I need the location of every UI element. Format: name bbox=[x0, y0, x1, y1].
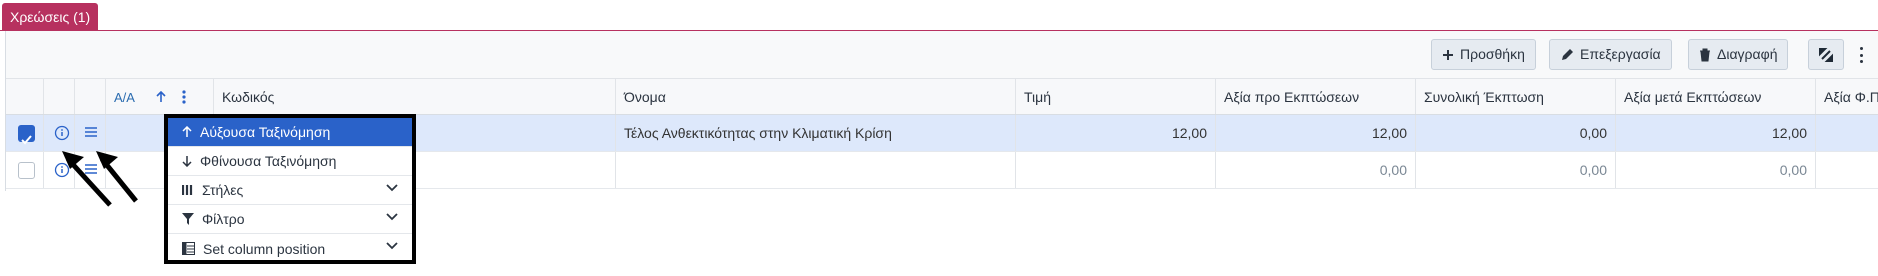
row-total-discount-cell: 0,00 bbox=[1416, 115, 1616, 151]
row-name-cell: Τέλος Ανθεκτικότητας στην Κλιματική Κρίσ… bbox=[616, 115, 1016, 151]
delete-button-label: Διαγραφή bbox=[1717, 46, 1778, 62]
header-name[interactable]: Όνομα bbox=[616, 79, 1016, 114]
header-menu-cell bbox=[75, 79, 106, 114]
sort-up-icon[interactable] bbox=[156, 79, 166, 114]
row-select-cell bbox=[6, 152, 44, 188]
menu-item-label: Φίλτρο bbox=[202, 211, 245, 227]
grid-header: Α/Α Κωδικός Όνομα Τιμή Αξία προ Εκπτώσεω… bbox=[6, 79, 1878, 115]
header-total-discount[interactable]: Συνολική Έκπτωση bbox=[1416, 79, 1616, 114]
header-price[interactable]: Τιμή bbox=[1016, 79, 1216, 114]
columns-icon bbox=[182, 185, 193, 195]
header-select-cell bbox=[6, 79, 44, 114]
header-aa-label: Α/Α bbox=[114, 90, 135, 105]
row-value-after-cell: 12,00 bbox=[1616, 115, 1816, 151]
grid-toolbar: Προσθήκη Επεξεργασία Διαγραφή bbox=[6, 31, 1878, 79]
toolbar-more-icon[interactable] bbox=[1856, 45, 1866, 65]
chevron-down-icon bbox=[386, 184, 398, 192]
row-value-before-cell: 0,00 bbox=[1216, 152, 1416, 188]
expand-icon bbox=[1819, 47, 1833, 62]
add-button-label: Προσθήκη bbox=[1460, 46, 1525, 62]
edit-button[interactable]: Επεξεργασία bbox=[1549, 39, 1672, 70]
row-price-cell bbox=[1016, 152, 1216, 188]
column-context-menu: Αύξουσα Ταξινόμηση Φθίνουσα Ταξινόμηση Σ… bbox=[164, 114, 416, 264]
menu-item-set-column-position[interactable]: Set column position bbox=[168, 234, 412, 263]
menu-item-sort-descending[interactable]: Φθίνουσα Ταξινόμηση bbox=[168, 147, 412, 176]
pencil-icon bbox=[1562, 48, 1573, 60]
table-position-icon bbox=[182, 242, 195, 255]
row-menu-icon[interactable] bbox=[84, 125, 98, 142]
row-value-after-cell: 0,00 bbox=[1616, 152, 1816, 188]
header-value-before[interactable]: Αξία προ Εκπτώσεων bbox=[1216, 79, 1416, 114]
arrow-up-icon bbox=[182, 126, 192, 137]
row-checkbox[interactable] bbox=[18, 125, 35, 145]
menu-item-label: Set column position bbox=[203, 240, 326, 257]
chevron-down-icon bbox=[386, 213, 398, 221]
header-aa[interactable]: Α/Α bbox=[106, 79, 214, 114]
header-value-after[interactable]: Αξία μετά Εκπτώσεων bbox=[1616, 79, 1816, 114]
menu-item-columns[interactable]: Στήλες bbox=[168, 176, 412, 205]
arrow-down-icon bbox=[182, 156, 192, 167]
header-code[interactable]: Κωδικός bbox=[214, 79, 616, 114]
row-select-cell bbox=[6, 115, 44, 151]
header-info-cell bbox=[44, 79, 75, 114]
row-name-cell bbox=[616, 152, 1016, 188]
check-icon bbox=[21, 135, 32, 145]
menu-item-sort-ascending[interactable]: Αύξουσα Ταξινόμηση bbox=[168, 118, 412, 147]
menu-item-label: Φθίνουσα Ταξινόμηση bbox=[200, 153, 337, 169]
menu-item-label: Στήλες bbox=[202, 182, 244, 198]
tab-bar: Χρεώσεις (1) bbox=[0, 0, 1878, 31]
chevron-down-icon bbox=[386, 242, 398, 250]
edit-button-label: Επεξεργασία bbox=[1580, 46, 1661, 62]
add-button[interactable]: Προσθήκη bbox=[1431, 39, 1536, 70]
row-price-cell: 12,00 bbox=[1016, 115, 1216, 151]
annotation-arrow-icon bbox=[96, 151, 138, 203]
row-value-before-cell: 12,00 bbox=[1216, 115, 1416, 151]
trash-icon bbox=[1700, 48, 1710, 61]
column-menu-icon[interactable] bbox=[182, 79, 186, 114]
menu-item-filter[interactable]: Φίλτρο bbox=[168, 205, 412, 234]
filter-icon bbox=[182, 213, 194, 225]
header-value-fp[interactable]: Αξία Φ.Π bbox=[1816, 79, 1878, 114]
tab-charges[interactable]: Χρεώσεις (1) bbox=[2, 3, 99, 31]
menu-item-label: Αύξουσα Ταξινόμηση bbox=[200, 124, 331, 140]
row-value-fp-cell bbox=[1816, 152, 1878, 188]
row-total-discount-cell: 0,00 bbox=[1416, 152, 1616, 188]
row-checkbox[interactable] bbox=[18, 162, 35, 179]
expand-button[interactable] bbox=[1808, 39, 1844, 70]
info-icon[interactable] bbox=[54, 125, 70, 144]
row-value-fp-cell bbox=[1816, 115, 1878, 151]
delete-button[interactable]: Διαγραφή bbox=[1688, 39, 1789, 70]
plus-icon bbox=[1443, 49, 1453, 60]
